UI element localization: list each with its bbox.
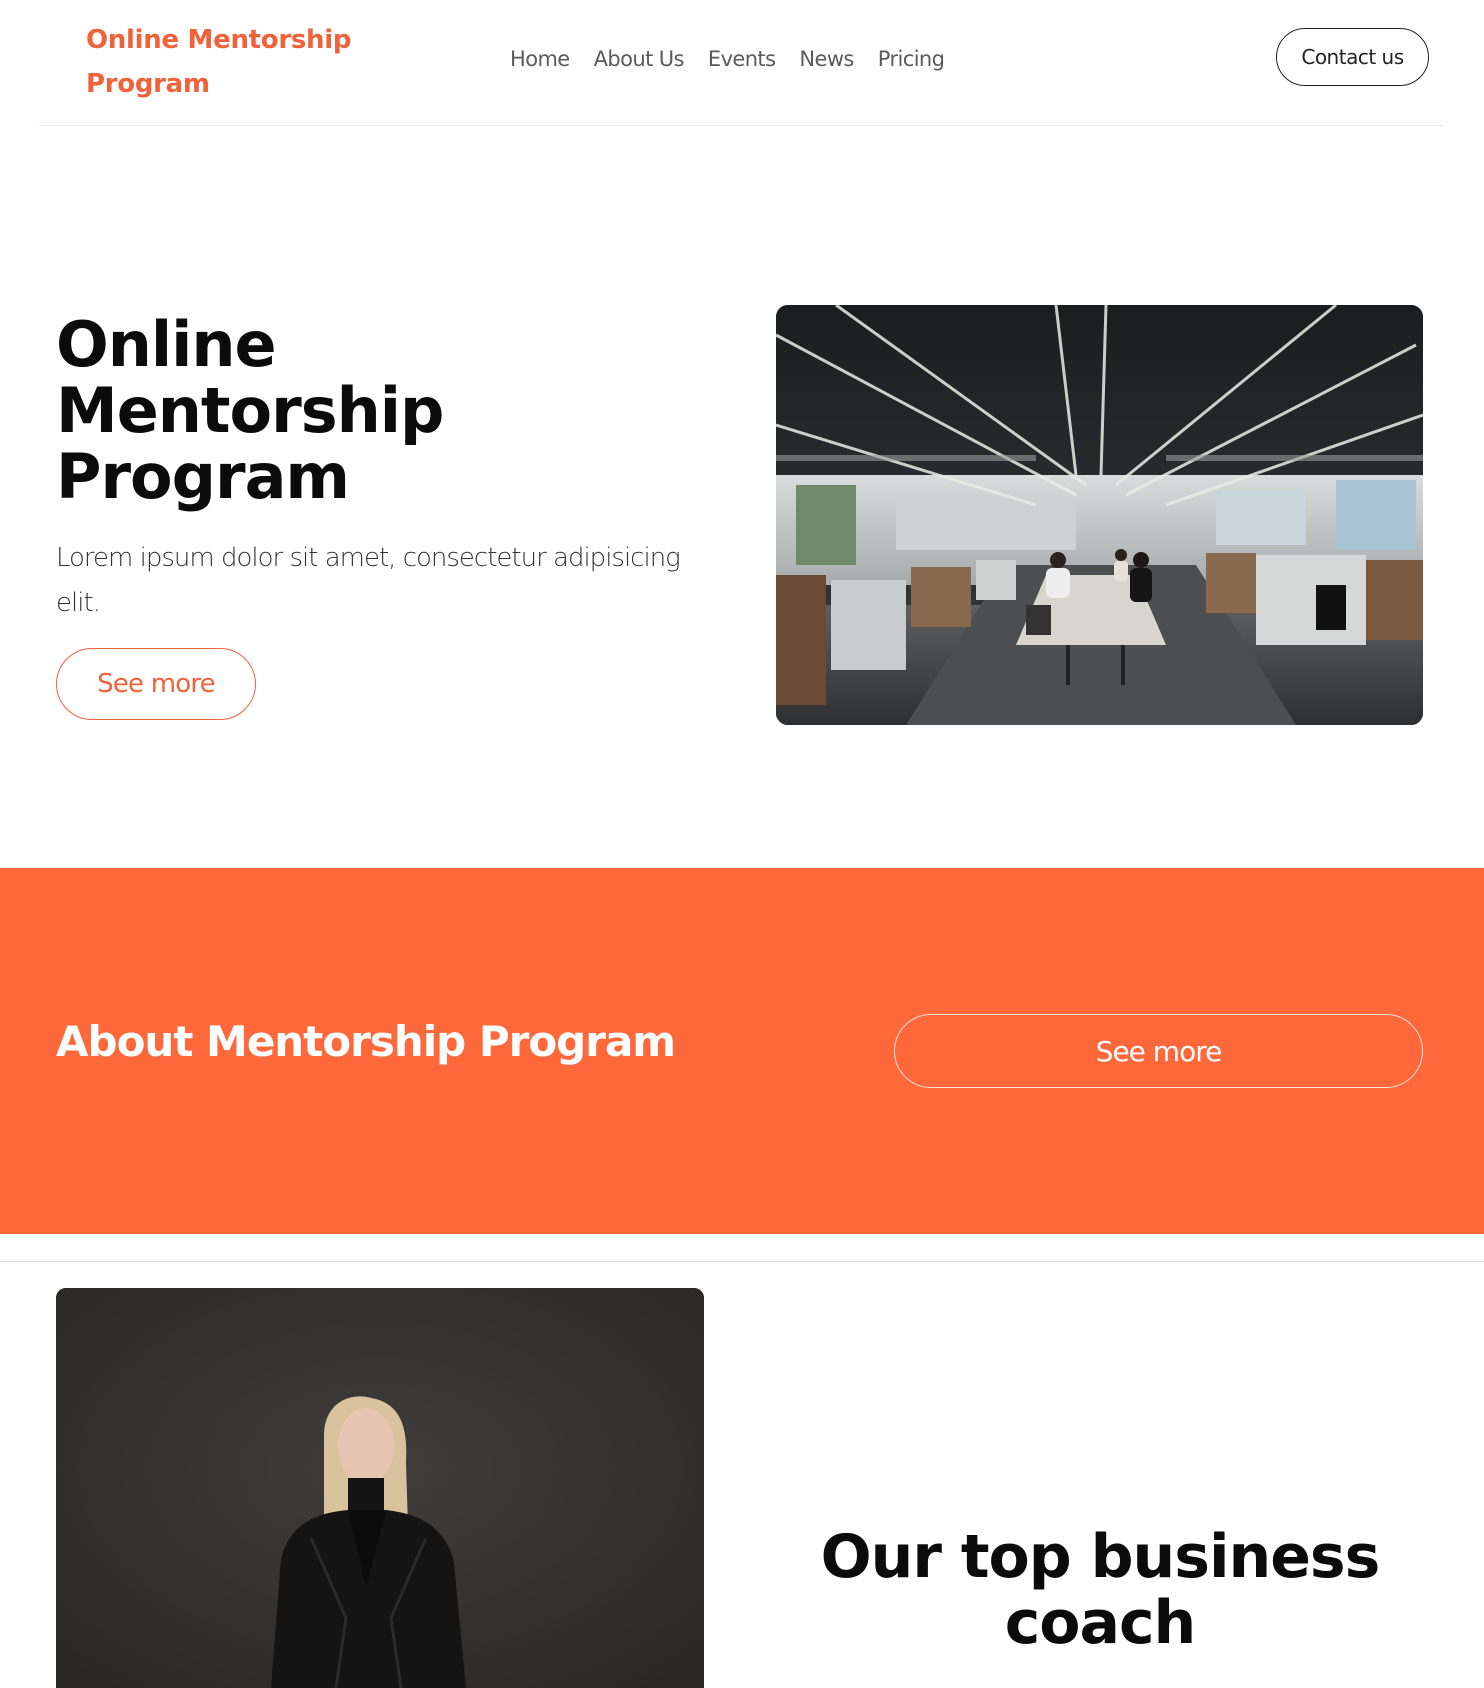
coach-section-title: Our top business coach bbox=[820, 1522, 1381, 1658]
nav-home[interactable]: Home bbox=[510, 42, 570, 76]
contact-us-button[interactable]: Contact us bbox=[1276, 28, 1429, 86]
nav-events[interactable]: Events bbox=[708, 42, 776, 76]
nav-pricing[interactable]: Pricing bbox=[878, 42, 945, 76]
hero-title: Online Mentorship Program bbox=[56, 308, 444, 513]
coach-portrait-photo bbox=[56, 1288, 704, 1688]
hero-see-more-button[interactable]: See more bbox=[56, 648, 256, 720]
about-title: About Mentorship Program bbox=[56, 1017, 676, 1066]
section-divider bbox=[0, 1261, 1484, 1262]
office-photo bbox=[776, 305, 1423, 725]
main-nav: Home About Us Events News Pricing bbox=[510, 42, 968, 76]
hero-description: Lorem ipsum dolor sit amet, consectetur … bbox=[56, 543, 681, 618]
nav-news[interactable]: News bbox=[799, 42, 854, 76]
brand-logo-text[interactable]: Online Mentorship Program bbox=[86, 18, 366, 106]
about-see-more-button[interactable]: See more bbox=[894, 1014, 1423, 1088]
nav-about-us[interactable]: About Us bbox=[594, 42, 685, 76]
about-band: About Mentorship Program See more bbox=[0, 868, 1484, 1234]
site-header: Online Mentorship Program Home About Us … bbox=[38, 0, 1443, 126]
